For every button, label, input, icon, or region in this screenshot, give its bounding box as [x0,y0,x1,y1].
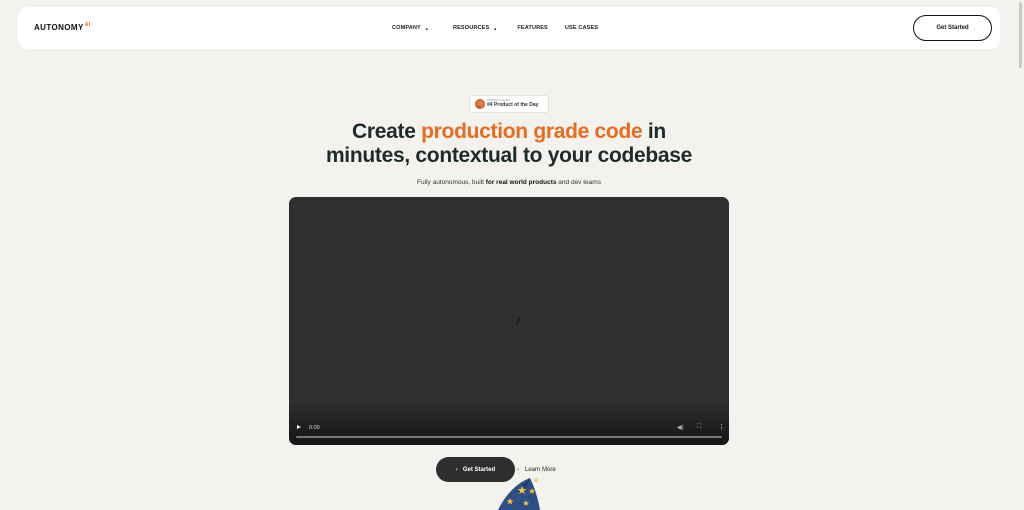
menu-item-company[interactable]: COMPANY ▲ [392,25,429,31]
demo-video-player[interactable]: 0:00 ◀) ⛶ ⋮ [289,197,729,445]
volume-icon[interactable]: ◀) [677,424,684,431]
brand-logo-sup: AI [84,22,91,28]
scrollbar-thumb[interactable] [1019,2,1022,68]
chevron-right-icon: › [455,466,458,473]
hero-title-part2: in [642,120,666,143]
brand-logo-text: AUTONOMY [34,23,84,32]
caret-down-icon: ▲ [493,25,498,31]
main-menu: COMPANY ▲ RESOURCES ▲ FEATURES USE CASES [392,7,598,49]
video-controls-gradient [289,400,729,445]
play-icon[interactable] [297,425,301,429]
hero-subtitle: Fully autonomous, built for real world p… [0,179,1018,186]
learn-more-label: Learn More [525,466,556,473]
menu-item-resources[interactable]: RESOURCES ▲ [453,25,497,31]
hero-title-line2: minutes, contextual to your codebase [325,144,693,167]
video-progress-track[interactable] [296,436,722,438]
menu-item-use-cases[interactable]: USE CASES [565,25,598,31]
menu-item-label: FEATURES [517,25,548,31]
medal-icon [475,99,485,109]
more-options-icon[interactable]: ⋮ [718,424,725,431]
fullscreen-icon[interactable]: ⛶ [697,424,701,431]
page-scrollbar[interactable] [1017,0,1023,70]
hero-title: Create production grade code in minutes,… [0,120,1018,168]
caret-down-icon: ▲ [424,25,429,31]
badge-label: #4 Product of the Day [487,102,539,109]
video-time: 0:00 [309,425,320,431]
hero-subtitle-pre: Fully autonomous, built [417,179,486,186]
top-navbar: AUTONOMY AI COMPANY ▲ RESOURCES ▲ FEATURE… [18,7,1000,49]
chevron-right-icon: › [517,466,519,473]
get-started-label: Get Started [462,466,496,473]
menu-item-label: RESOURCES [452,25,490,31]
loading-spinner-icon [516,318,521,325]
menu-item-label: USE CASES [564,25,599,31]
get-started-nav-button[interactable]: Get Started [913,15,992,41]
menu-item-features[interactable]: FEATURES [517,25,548,31]
brand-logo[interactable]: AUTONOMY AI [34,22,91,33]
hero-title-part1: Create [352,120,422,143]
hero-subtitle-bold: for real world products [485,179,557,186]
badge-texts: PRODUCT HUNT #4 Product of the Day [487,99,539,109]
product-hunt-badge[interactable]: PRODUCT HUNT #4 Product of the Day [469,95,549,113]
hero-subtitle-post: and dev teams [556,179,601,186]
hero-title-accent: production grade code [421,120,643,143]
wizard-hat-mascot [498,478,540,510]
menu-item-label: COMPANY [392,25,421,31]
